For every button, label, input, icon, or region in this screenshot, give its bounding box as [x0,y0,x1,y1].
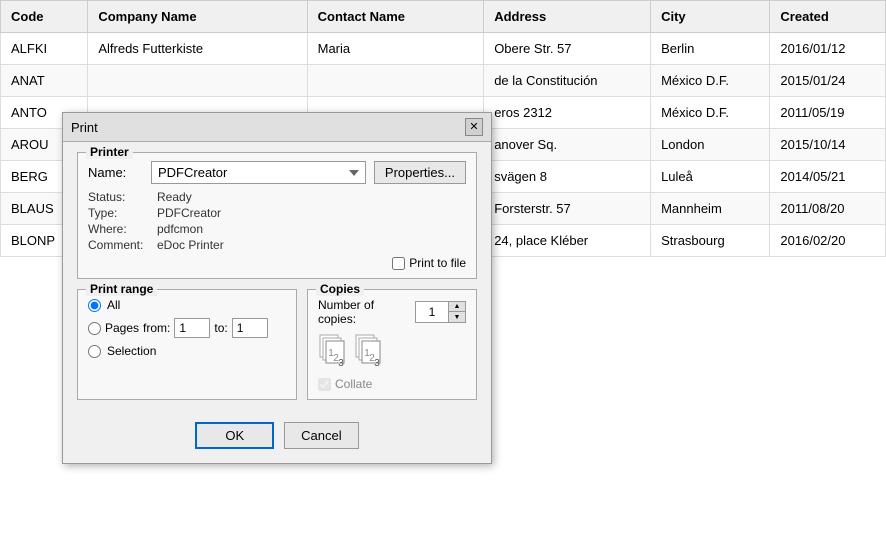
copies-icons: 1 2 3 1 2 3 [318,334,466,371]
status-label: Status: [88,190,153,204]
col-header-contact: Contact Name [307,1,484,33]
dialog-title: Print [71,120,98,135]
cell-city: Luleå [651,161,770,193]
cell-address: eros 2312 [484,97,651,129]
cell-address: svägen 8 [484,161,651,193]
copies-row: Number of copies: ▲ ▼ [318,298,466,326]
col-header-address: Address [484,1,651,33]
cancel-button[interactable]: Cancel [284,422,358,449]
comment-label: Comment: [88,238,153,252]
cell-city: Strasbourg [651,225,770,257]
type-value: PDFCreator [157,206,221,220]
pages-radio[interactable] [88,322,101,335]
collate-checkbox[interactable] [318,378,331,391]
cell-city: México D.F. [651,97,770,129]
copies-group-label: Copies [316,282,364,296]
type-row: Type: PDFCreator [88,206,466,220]
comment-value: eDoc Printer [157,238,224,252]
page-icon-2: 1 2 3 [354,334,382,371]
copies-group: Copies Number of copies: ▲ ▼ [307,289,477,400]
cell-city: México D.F. [651,65,770,97]
from-input[interactable] [174,318,210,338]
printer-select[interactable]: PDFCreator [151,161,366,184]
cell-created: 2015/10/14 [770,129,886,161]
cell-city: Berlin [651,33,770,65]
cell-created: 2015/01/24 [770,65,886,97]
cell-code: ANAT [1,65,88,97]
where-value: pdfcmon [157,222,203,236]
to-label: to: [214,321,227,335]
name-label: Name: [88,165,143,180]
cell-address: 24, place Kléber [484,225,651,257]
printer-name-row: Name: PDFCreator Properties... [88,161,466,184]
cell-address: Forsterstr. 57 [484,193,651,225]
close-button[interactable]: ✕ [465,118,483,136]
selection-label: Selection [107,344,156,358]
print-to-file-label: Print to file [409,256,466,270]
cell-created: 2016/01/12 [770,33,886,65]
dialog-titlebar: Print ✕ [63,113,491,142]
comment-row: Comment: eDoc Printer [88,238,466,252]
spinner-up[interactable]: ▲ [449,302,465,312]
from-label: from: [143,321,170,335]
ok-button[interactable]: OK [195,422,274,449]
table-row: ANAT de la ConstituciónMéxico D.F.2015/01… [1,65,886,97]
cell-created: 2014/05/21 [770,161,886,193]
all-radio-row: All [88,298,286,312]
cell-contact [307,65,484,97]
print-dialog: Print ✕ Printer Name: PDFCreator Propert… [62,112,492,464]
collate-row: Collate [318,377,466,391]
svg-text:3: 3 [374,358,380,368]
to-input[interactable] [232,318,268,338]
dialog-body: Printer Name: PDFCreator Properties... S… [63,142,491,463]
table-row: ALFKIAlfreds FutterkisteMariaObere Str. … [1,33,886,65]
cell-address: de la Constitución [484,65,651,97]
status-row: Status: Ready [88,190,466,204]
collate-label: Collate [335,377,372,391]
copies-input[interactable] [416,302,448,322]
print-range-group: Print range All Pages from: to: [77,289,297,400]
pages-row: Pages from: to: [88,318,286,338]
cell-city: Mannheim [651,193,770,225]
printer-group: Printer Name: PDFCreator Properties... S… [77,152,477,279]
pages-label: Pages [105,321,139,335]
where-row: Where: pdfcmon [88,222,466,236]
col-header-company: Company Name [88,1,307,33]
cell-address: anover Sq. [484,129,651,161]
all-radio[interactable] [88,299,101,312]
cell-created: 2016/02/20 [770,225,886,257]
spinner-down[interactable]: ▼ [449,312,465,322]
col-header-code: Code [1,1,88,33]
print-to-file-checkbox[interactable] [392,257,405,270]
num-copies-label: Number of copies: [318,298,409,326]
status-value: Ready [157,190,192,204]
copies-spinner: ▲ ▼ [415,301,466,323]
cell-created: 2011/08/20 [770,193,886,225]
cell-company [88,65,307,97]
cell-created: 2011/05/19 [770,97,886,129]
print-range-label: Print range [86,282,157,296]
spinner-arrows: ▲ ▼ [448,302,465,322]
svg-text:3: 3 [338,358,344,368]
bottom-groups: Print range All Pages from: to: [77,289,477,410]
cell-company: Alfreds Futterkiste [88,33,307,65]
cell-code: ALFKI [1,33,88,65]
col-header-created: Created [770,1,886,33]
cell-city: London [651,129,770,161]
print-to-file-row: Print to file [88,256,466,270]
properties-button[interactable]: Properties... [374,161,466,184]
col-header-city: City [651,1,770,33]
printer-group-label: Printer [86,145,133,159]
where-label: Where: [88,222,153,236]
selection-row: Selection [88,344,286,358]
cell-contact: Maria [307,33,484,65]
dialog-buttons: OK Cancel [77,422,477,449]
cell-address: Obere Str. 57 [484,33,651,65]
type-label: Type: [88,206,153,220]
selection-radio[interactable] [88,345,101,358]
page-icon-1: 1 2 3 [318,334,346,371]
all-label: All [107,298,120,312]
